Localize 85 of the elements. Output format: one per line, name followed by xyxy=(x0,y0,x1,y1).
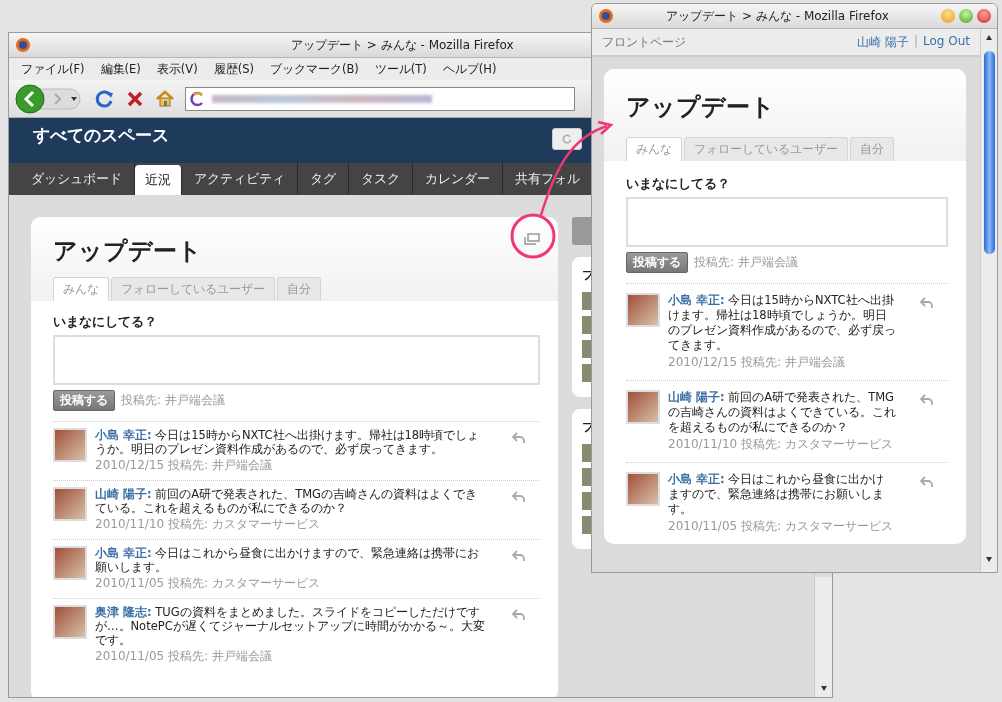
avatar-photo-placeholder xyxy=(626,293,660,327)
author-link[interactable]: 奥津 隆志: xyxy=(95,605,152,619)
post-meta: 2010/12/15 投稿先: 井戸端会議 xyxy=(95,457,273,474)
prompt-label: いまなにしてる？ xyxy=(626,175,731,193)
filter-tab[interactable]: みんな xyxy=(53,277,109,301)
avatar-photo-placeholder xyxy=(53,605,87,639)
status-input[interactable] xyxy=(53,335,540,385)
nav-tab[interactable]: タグ xyxy=(298,163,349,195)
avatar-photo-placeholder xyxy=(626,390,660,424)
post-text: 山崎 陽子: 前回のA研で発表された、TMGの吉崎さんの資料はよくできている。これを超えるものが私にできるのか？ xyxy=(668,390,896,435)
author-link[interactable]: 小島 幸正: xyxy=(668,293,725,307)
menu-item[interactable]: 履歴(S) xyxy=(213,61,254,77)
menu-item[interactable]: ヘルプ(H) xyxy=(442,61,497,77)
post-meta: 2010/12/15 投稿先: 井戸端会議 xyxy=(668,354,846,371)
status-input[interactable] xyxy=(626,197,948,247)
post-meta: 2010/11/05 投稿先: カスタマーサービス xyxy=(668,518,894,535)
reply-icon[interactable] xyxy=(512,491,526,503)
maximize-button[interactable] xyxy=(959,9,973,23)
home-icon[interactable] xyxy=(155,88,175,109)
reply-icon[interactable] xyxy=(512,432,526,444)
scroll-down-icon[interactable] xyxy=(818,683,829,693)
author-link[interactable]: 山崎 陽子: xyxy=(668,390,725,404)
post-text: 山崎 陽子: 前回のA研で発表された、TMGの吉崎さんの資料はよくできている。これを超えるものが私にできるのか？ xyxy=(95,487,478,515)
post-meta: 2010/11/05 投稿先: 井戸端会議 xyxy=(95,648,273,665)
refresh-icon xyxy=(561,133,573,145)
author-link[interactable]: 小島 幸正: xyxy=(668,472,725,486)
avatar-photo-placeholder xyxy=(53,428,87,462)
firefox-icon xyxy=(15,37,31,53)
post-meta: 2010/11/10 投稿先: カスタマーサービス xyxy=(95,516,321,533)
avatar-photo-placeholder xyxy=(626,472,660,506)
post-target: 投稿先: 井戸端会議 xyxy=(694,254,798,271)
reply-icon[interactable] xyxy=(920,394,934,406)
menu-item[interactable]: ツール(T) xyxy=(374,61,427,77)
menu-item[interactable]: ファイル(F) xyxy=(21,61,85,77)
prompt-label: いまなにしてる？ xyxy=(53,313,158,331)
avatar-photo-placeholder xyxy=(53,546,87,580)
post-target: 投稿先: 井戸端会議 xyxy=(121,392,225,409)
separator: | xyxy=(913,33,918,50)
post-text: 奥津 隆志: TUGの資料をまとめました。スライドをコピーしただけですが…。NotePCが遅くてジャーナルセットアップに時間がかかる～。大変です。 xyxy=(95,605,486,647)
author-link[interactable]: 小島 幸正: xyxy=(95,428,152,442)
close-button[interactable] xyxy=(977,9,991,23)
scroll-down-icon[interactable] xyxy=(984,554,994,564)
post-meta: 2010/11/05 投稿先: カスタマーサービス xyxy=(95,575,321,592)
reply-icon[interactable] xyxy=(920,476,934,488)
nav-tab[interactable]: アクティビティ xyxy=(182,163,298,195)
minimize-button[interactable] xyxy=(941,9,955,23)
reload-icon[interactable] xyxy=(95,88,115,109)
post-text: 小島 幸正: 今日はこれから昼食に出かけますので、緊急連絡は携帯にお願いします。 xyxy=(668,472,886,517)
window-title: アップデート > みんな - Mozilla Firefox xyxy=(666,7,889,25)
scrollbar[interactable] xyxy=(980,29,997,572)
menu-item[interactable]: 表示(V) xyxy=(156,61,198,77)
card-title: アップデート xyxy=(626,92,775,123)
home-link[interactable]: フロントページ xyxy=(602,33,686,51)
post-text: 小島 幸正: 今日は15時からNXTC社へ出掛けます。帰社は18時頃でしょうか。明日のプレゼン資料作成があるので、必ず戻ってきます。 xyxy=(668,293,896,353)
post-meta: 2010/11/10 投稿先: カスタマーサービス xyxy=(668,436,894,453)
scroll-up-icon[interactable] xyxy=(984,33,994,43)
author-link[interactable]: 山崎 陽子: xyxy=(95,487,152,501)
firefox-icon xyxy=(598,8,614,24)
nav-tab[interactable]: 近況 xyxy=(135,165,182,195)
scrollbar[interactable] xyxy=(815,577,832,697)
refresh-button[interactable] xyxy=(552,128,582,150)
reply-icon[interactable] xyxy=(512,550,526,562)
popout-window-icon[interactable] xyxy=(524,233,540,245)
post-button[interactable]: 投稿する xyxy=(626,252,688,273)
window-title: アップデート > みんな - Mozilla Firefox xyxy=(291,36,514,54)
card-title: アップデート xyxy=(53,236,202,267)
nav-tab[interactable]: カレンダー xyxy=(413,163,503,195)
menu-item[interactable]: ブックマーク(B) xyxy=(269,61,359,77)
post-text: 小島 幸正: 今日は15時からNXTC社へ出掛けます。帰社は18時頃でしょうか。明日のプレゼン資料作成があるので、必ず戻ってきます。 xyxy=(95,428,481,456)
filter-tab[interactable]: みんな xyxy=(626,137,682,161)
post-text: 小島 幸正: 今日はこれから昼食に出かけますので、緊急連絡は携帯にお願いします。 xyxy=(95,546,481,574)
post-button[interactable]: 投稿する xyxy=(53,390,115,411)
menu-item[interactable]: 編集(E) xyxy=(100,61,141,77)
scroll-thumb[interactable] xyxy=(983,51,995,254)
author-link[interactable]: 小島 幸正: xyxy=(95,546,152,560)
reply-icon[interactable] xyxy=(920,297,934,309)
address-bar[interactable] xyxy=(185,86,575,111)
space-title: すべてのスペース xyxy=(33,124,169,147)
reply-icon[interactable] xyxy=(512,609,526,621)
site-icon xyxy=(190,90,206,107)
nav-tab[interactable]: タスク xyxy=(349,163,413,195)
user-link[interactable]: 山崎 陽子 xyxy=(857,33,909,51)
annotation-circle xyxy=(510,213,556,259)
logout-link[interactable]: Log Out xyxy=(923,33,970,51)
avatar-photo-placeholder xyxy=(53,487,87,521)
